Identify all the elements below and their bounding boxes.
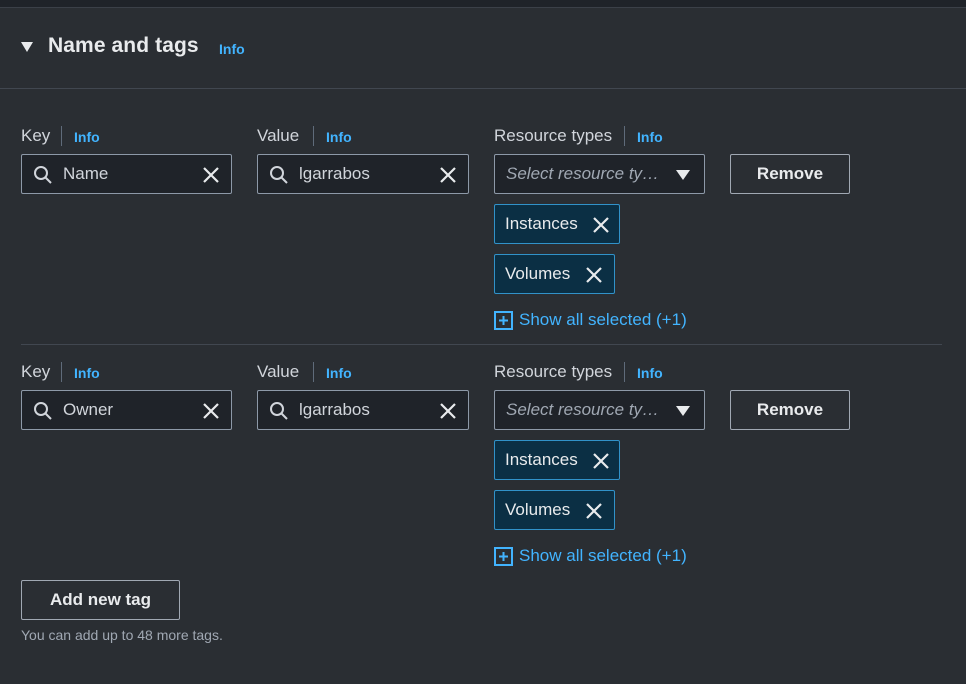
resource-types-label: Resource types: [494, 362, 613, 381]
search-icon: [34, 402, 52, 420]
token-label: Volumes: [505, 264, 571, 283]
label-divider: [61, 126, 62, 146]
close-icon[interactable]: [201, 165, 221, 185]
label-divider: [313, 362, 314, 382]
select-placeholder: Select resource ty…: [506, 164, 660, 183]
key-input-value: Owner: [63, 400, 114, 419]
tags-limit-hint: You can add up to 48 more tags.: [21, 627, 223, 643]
search-icon: [270, 402, 288, 420]
close-icon[interactable]: [438, 401, 458, 421]
key-label: Key: [21, 126, 51, 145]
resource-types-label: Resource types: [494, 126, 613, 145]
value-info-link[interactable]: Info: [326, 129, 352, 145]
row-divider: [21, 344, 942, 345]
key-info-link[interactable]: Info: [74, 129, 100, 145]
section-header[interactable]: Name and tags Info: [0, 8, 966, 89]
tags-content: Key Info Name Value Info lgarrabos Resou…: [0, 90, 966, 684]
section-title: Name and tags: [48, 34, 199, 57]
add-new-tag-button[interactable]: Add new tag: [21, 580, 180, 620]
remove-button[interactable]: Remove: [730, 154, 850, 194]
select-placeholder: Select resource ty…: [506, 400, 660, 419]
remove-button[interactable]: Remove: [730, 390, 850, 430]
caret-down-icon[interactable]: [21, 42, 33, 52]
token-label: Volumes: [505, 500, 571, 519]
plus-square-icon: [494, 310, 513, 330]
show-all-selected-link[interactable]: Show all selected (+1): [494, 310, 687, 330]
key-input-value: Name: [63, 164, 109, 183]
value-info-link[interactable]: Info: [326, 365, 352, 381]
close-icon[interactable]: [584, 265, 604, 285]
search-icon: [270, 166, 288, 184]
token-label: Instances: [505, 450, 578, 469]
close-icon[interactable]: [438, 165, 458, 185]
resource-types-info-link[interactable]: Info: [637, 365, 663, 381]
resource-token-volumes: Volumes: [494, 254, 615, 294]
value-input[interactable]: lgarrabos: [257, 390, 469, 430]
resource-types-select[interactable]: Select resource ty…: [494, 390, 705, 430]
token-label: Instances: [505, 214, 578, 233]
label-divider: [624, 126, 625, 146]
resource-token-instances: Instances: [494, 440, 620, 480]
search-icon: [34, 166, 52, 184]
show-all-label: Show all selected (+1): [519, 546, 687, 565]
plus-square-icon: [494, 546, 513, 566]
triangle-down-icon: [676, 170, 690, 180]
triangle-down-icon: [676, 406, 690, 416]
resource-types-select[interactable]: Select resource ty…: [494, 154, 705, 194]
label-divider: [313, 126, 314, 146]
section-info-link[interactable]: Info: [219, 41, 245, 57]
label-divider: [624, 362, 625, 382]
key-info-link[interactable]: Info: [74, 365, 100, 381]
show-all-selected-link[interactable]: Show all selected (+1): [494, 546, 687, 566]
key-input[interactable]: Owner: [21, 390, 232, 430]
resource-token-instances: Instances: [494, 204, 620, 244]
value-input[interactable]: lgarrabos: [257, 154, 469, 194]
close-icon[interactable]: [591, 451, 611, 471]
show-all-label: Show all selected (+1): [519, 310, 687, 329]
close-icon[interactable]: [591, 215, 611, 235]
close-icon[interactable]: [201, 401, 221, 421]
value-label: Value: [257, 126, 300, 145]
close-icon[interactable]: [584, 501, 604, 521]
label-divider: [61, 362, 62, 382]
value-input-value: lgarrabos: [299, 164, 370, 183]
top-bar: [0, 0, 966, 8]
resource-token-volumes: Volumes: [494, 490, 615, 530]
value-label: Value: [257, 362, 300, 381]
key-input[interactable]: Name: [21, 154, 232, 194]
value-input-value: lgarrabos: [299, 400, 370, 419]
key-label: Key: [21, 362, 51, 381]
resource-types-info-link[interactable]: Info: [637, 129, 663, 145]
